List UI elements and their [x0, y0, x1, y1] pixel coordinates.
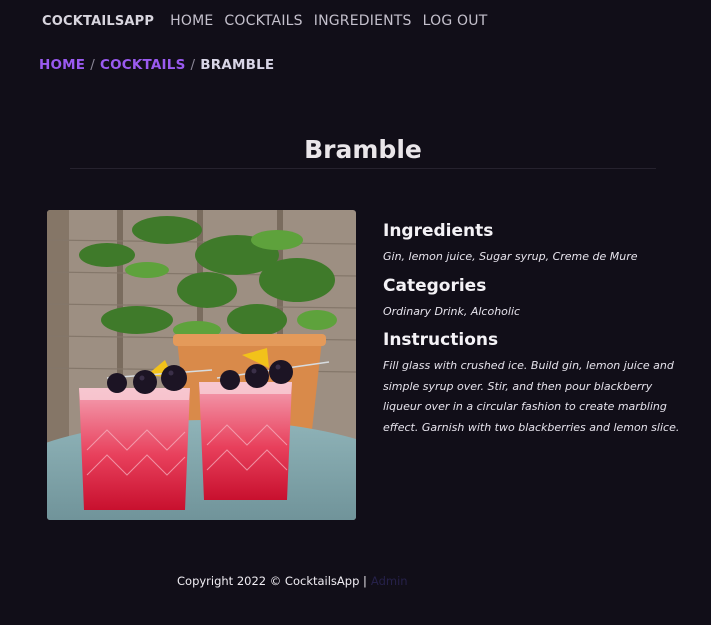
copyright-text: Copyright 2022 © CocktailsApp |: [177, 574, 367, 588]
categories-text: Ordinary Drink, Alcoholic: [383, 304, 521, 318]
instructions-text: Fill glass with crushed ice. Build gin, …: [383, 359, 680, 434]
top-navbar: COCKTAILSAPP HOME COCKTAILS INGREDIENTS …: [42, 11, 487, 31]
breadcrumb-separator: /: [190, 57, 196, 73]
nav-cocktails-link[interactable]: COCKTAILS: [224, 13, 302, 29]
categories-heading: Categories: [383, 275, 487, 296]
footer: Copyright 2022 © CocktailsApp | Admin: [177, 574, 408, 588]
breadcrumb-home-link[interactable]: HOME: [39, 57, 85, 73]
nav-logout-link[interactable]: LOG OUT: [423, 13, 488, 29]
breadcrumb-current: BRAMBLE: [200, 57, 275, 73]
admin-link[interactable]: Admin: [371, 574, 408, 588]
cocktail-photo: [47, 210, 356, 520]
ingredients-text: Gin, lemon juice, Sugar syrup, Creme de …: [383, 250, 638, 263]
brand-link[interactable]: COCKTAILSAPP: [42, 14, 154, 29]
breadcrumb-cocktails-link[interactable]: COCKTAILS: [100, 57, 186, 73]
breadcrumb: HOME / COCKTAILS / BRAMBLE: [39, 57, 274, 73]
nav-ingredients-link[interactable]: INGREDIENTS: [314, 13, 412, 29]
cocktail-details: Ingredients Gin, lemon juice, Sugar syru…: [383, 220, 683, 445]
instructions-heading: Instructions: [383, 330, 499, 350]
ingredients-heading: Ingredients: [383, 221, 494, 241]
page-title: Bramble: [70, 135, 656, 169]
breadcrumb-separator: /: [90, 57, 95, 73]
nav-home-link[interactable]: HOME: [170, 13, 213, 29]
